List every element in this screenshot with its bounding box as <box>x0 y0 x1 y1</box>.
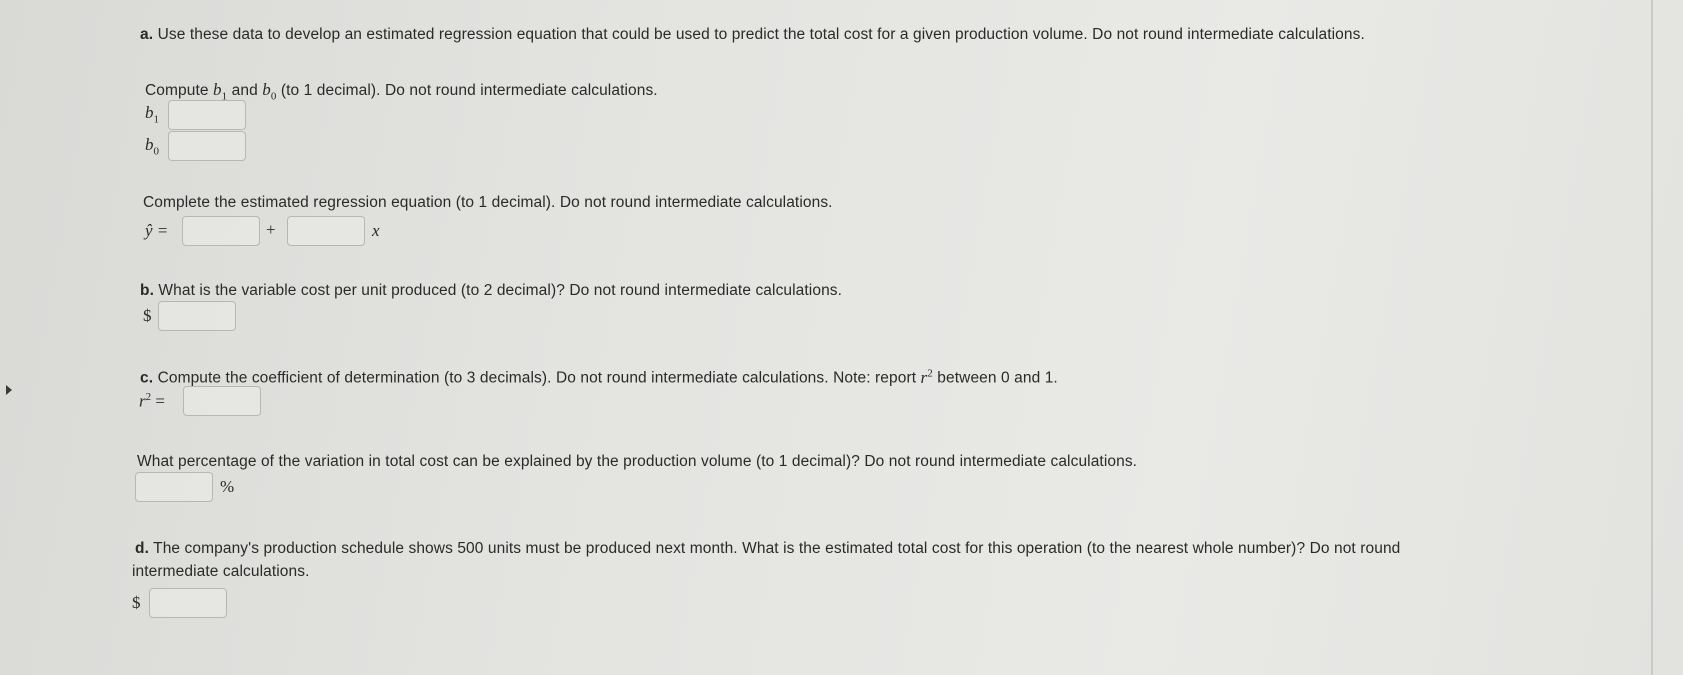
part-c-prompt: c. Compute the coefficient of determinat… <box>140 367 1058 387</box>
part-a-letter: a. <box>140 26 154 43</box>
total-cost-input[interactable] <box>149 588 227 618</box>
b1-input[interactable] <box>168 100 246 130</box>
part-a-intro-text: Use these data to develop an estimated r… <box>157 26 1365 43</box>
question-page: a. Use these data to develop an estimate… <box>0 0 1683 675</box>
intercept-input[interactable] <box>182 216 260 246</box>
part-b-letter: b. <box>140 282 154 299</box>
part-d-letter: d. <box>135 540 149 557</box>
yhat-label: ŷ = <box>145 221 169 240</box>
part-d-prompt-continued: intermediate calculations. <box>132 563 310 580</box>
b0-input[interactable] <box>168 131 246 161</box>
mouse-cursor-icon <box>6 385 12 395</box>
r2-input[interactable] <box>183 386 261 416</box>
part-d-prompt: d. The company's production schedule sho… <box>135 540 1401 557</box>
percent-sign: % <box>220 477 235 496</box>
part-b-prompt: b. What is the variable cost per unit pr… <box>140 282 843 299</box>
percentage-input[interactable] <box>135 472 213 502</box>
b0-label: b0 <box>145 135 159 158</box>
equation-prompt: Complete the estimated regression equati… <box>143 194 833 211</box>
b1-label: b1 <box>145 103 159 126</box>
slope-input[interactable] <box>287 216 365 246</box>
panel-border <box>1651 0 1653 675</box>
percentage-prompt: What percentage of the variation in tota… <box>137 453 1138 470</box>
part-c-letter: c. <box>140 369 154 387</box>
plus-sign: + <box>266 220 276 239</box>
r2-label: r2 = <box>139 391 165 411</box>
part-a-intro: a. Use these data to develop an estimate… <box>140 26 1365 44</box>
variable-cost-input[interactable] <box>158 301 236 331</box>
x-variable: x <box>372 221 380 240</box>
dollar-sign-d: $ <box>132 593 141 612</box>
dollar-sign: $ <box>143 306 152 325</box>
